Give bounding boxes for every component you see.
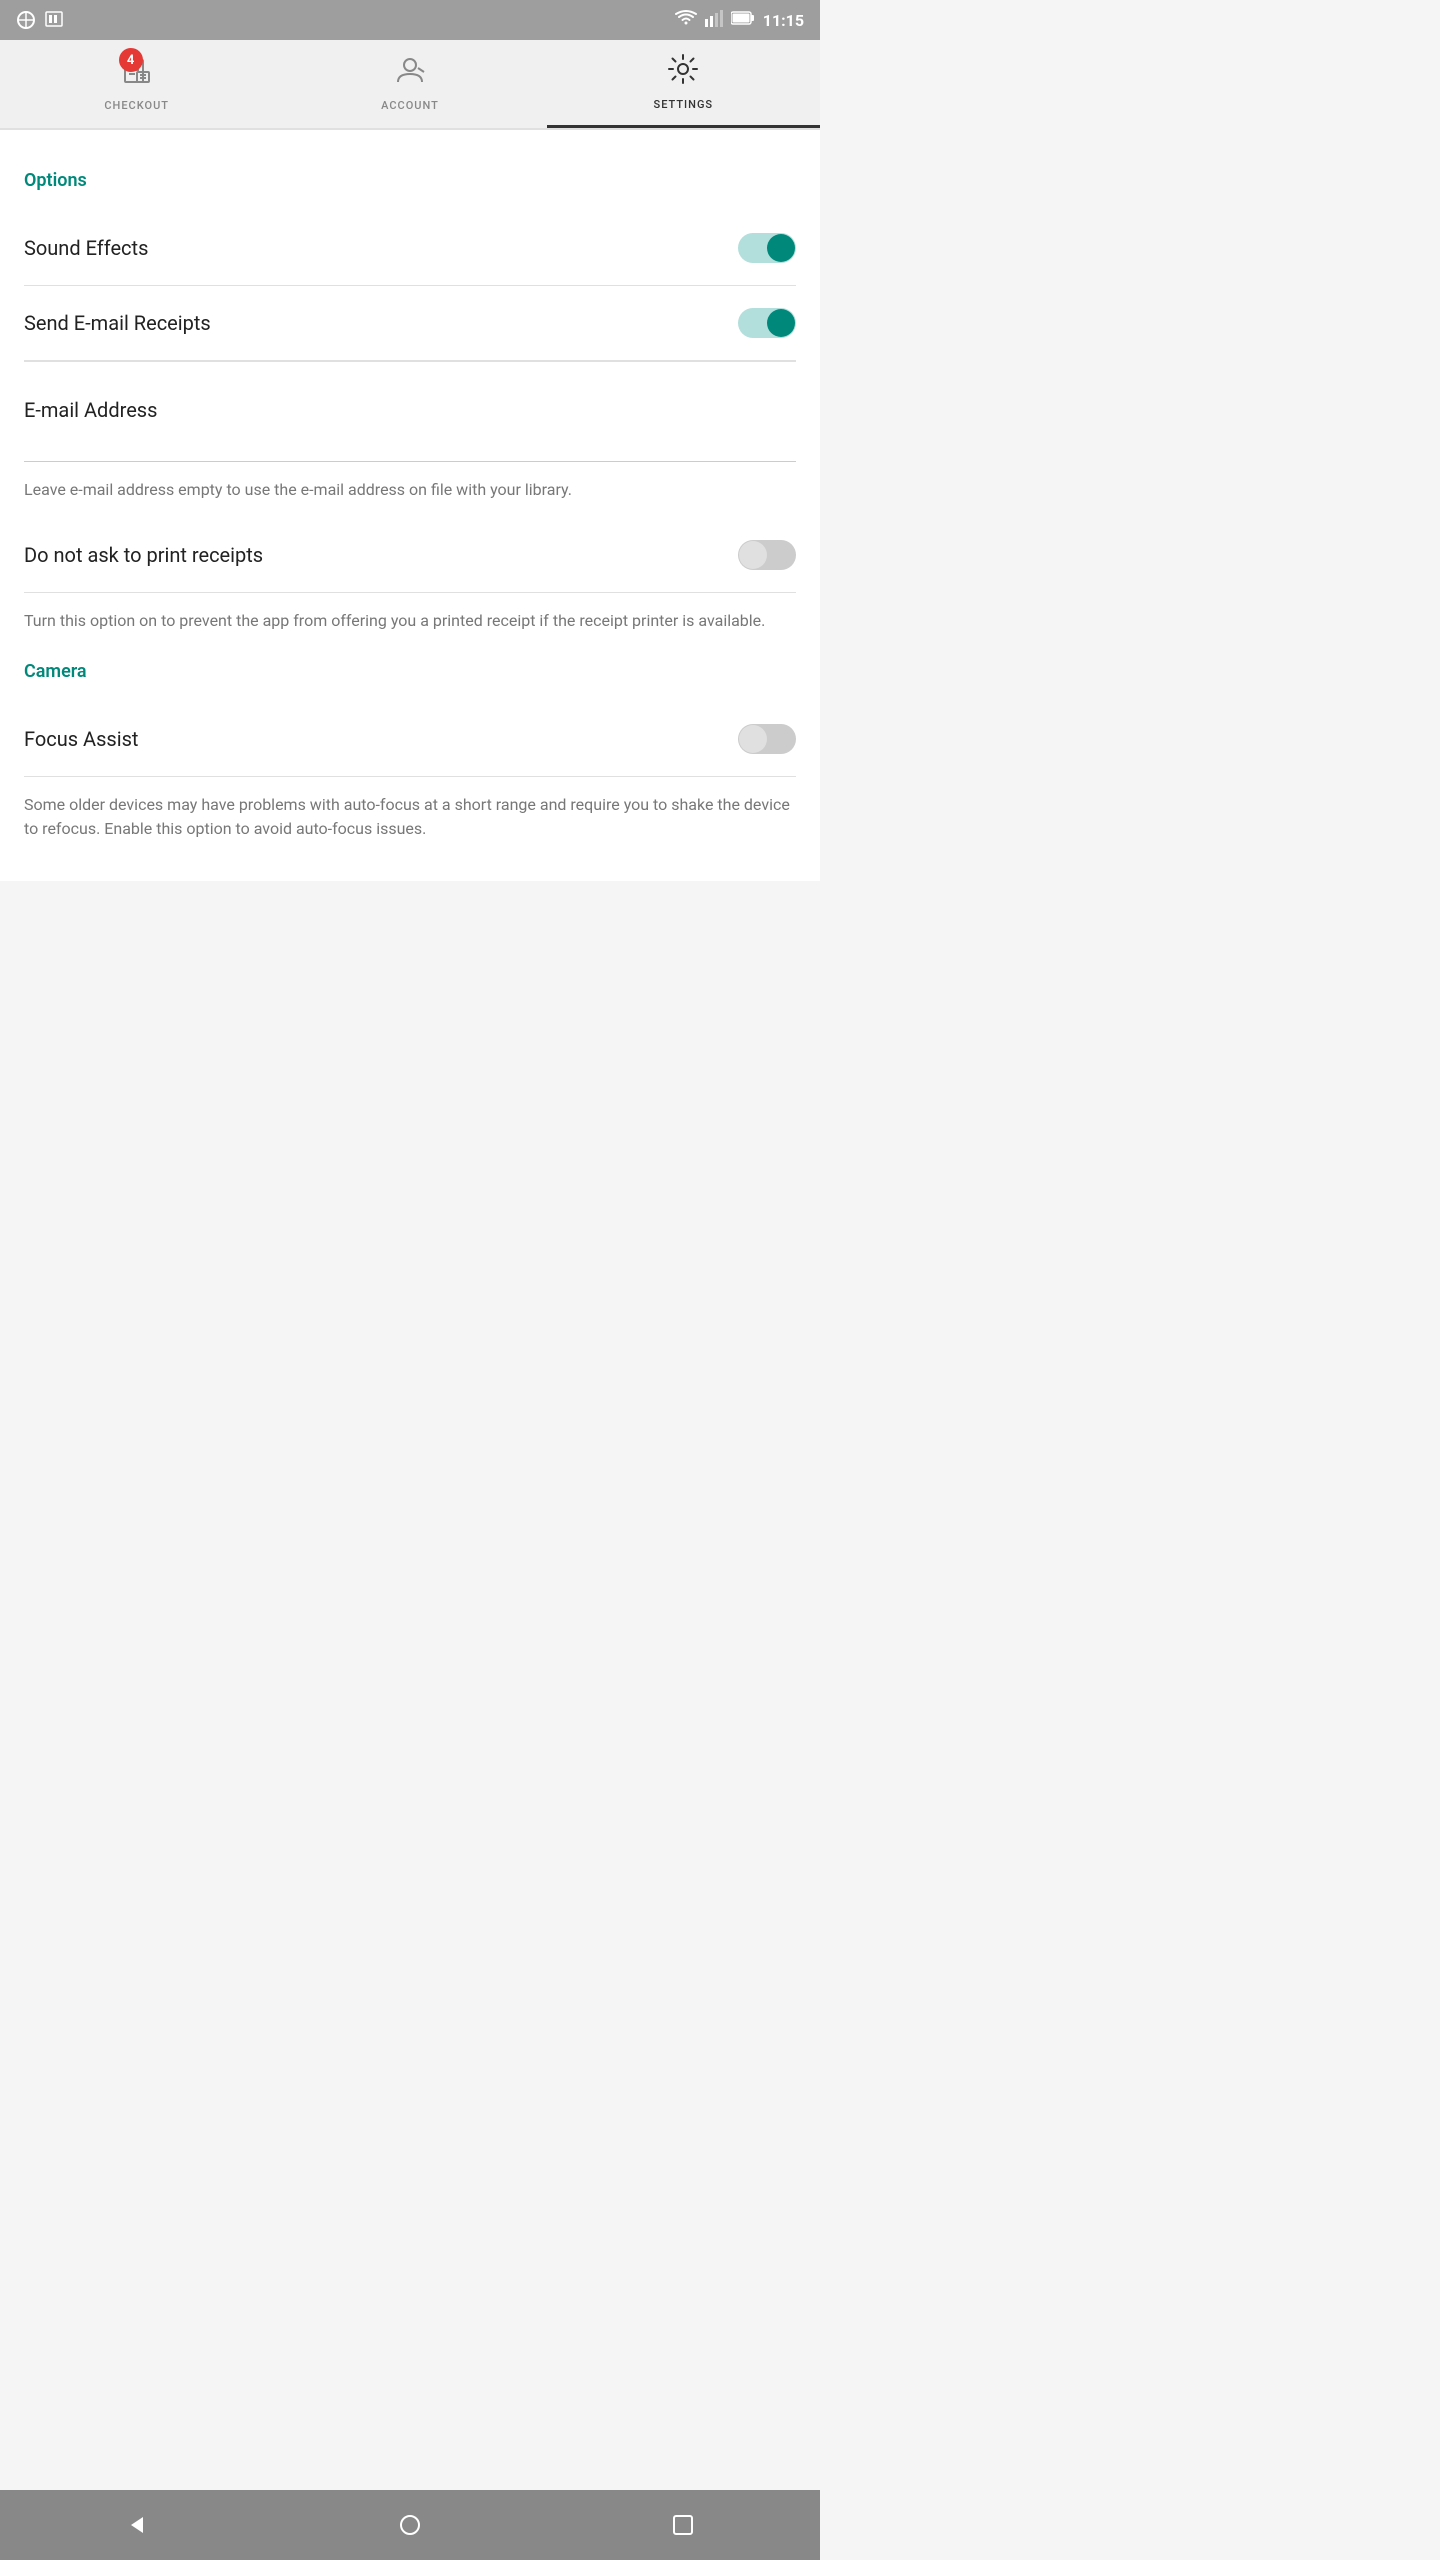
tab-account[interactable]: ACCOUNT (273, 40, 546, 128)
print-receipts-toggle[interactable] (738, 540, 796, 570)
settings-content: Options Sound Effects Send E-mail Receip… (0, 130, 820, 881)
email-address-section: E-mail Address Leave e-mail address empt… (24, 361, 796, 518)
status-icon-1 (16, 10, 36, 30)
focus-assist-description: Some older devices may have problems wit… (24, 777, 796, 849)
tab-bar: 4 CHECKOUT ACCOUNT (0, 40, 820, 130)
tab-account-label: ACCOUNT (381, 99, 439, 112)
status-icon-2 (44, 10, 64, 30)
focus-assist-toggle[interactable] (738, 724, 796, 754)
email-input[interactable] (24, 432, 796, 462)
send-email-receipts-toggle[interactable] (738, 308, 796, 338)
tab-checkout-label: CHECKOUT (104, 99, 169, 112)
status-bar: 11:15 (0, 0, 820, 40)
checkout-badge: 4 (119, 48, 143, 72)
sound-effects-toggle[interactable] (738, 233, 796, 263)
print-receipts-knob (739, 541, 767, 569)
print-receipts-description: Turn this option on to prevent the app f… (24, 593, 796, 641)
bottom-nav (0, 2490, 820, 2560)
tab-settings-label: SETTINGS (654, 98, 714, 111)
wifi-icon (675, 9, 697, 31)
send-email-receipts-row: Send E-mail Receipts (24, 286, 796, 361)
send-email-receipts-knob (767, 309, 795, 337)
focus-assist-section: Focus Assist Some older devices may have… (24, 702, 796, 849)
tab-checkout[interactable]: 4 CHECKOUT (0, 40, 273, 128)
tab-settings[interactable]: SETTINGS (547, 40, 820, 128)
status-left-icons (16, 10, 64, 30)
focus-assist-knob (739, 725, 767, 753)
focus-assist-row: Focus Assist (24, 702, 796, 777)
account-icon (392, 52, 428, 93)
print-receipts-label: Do not ask to print receipts (24, 543, 263, 567)
settings-icon (665, 51, 701, 92)
sound-effects-label: Sound Effects (24, 236, 148, 260)
email-address-label: E-mail Address (24, 382, 796, 422)
sound-effects-knob (767, 234, 795, 262)
battery-icon (731, 10, 755, 30)
send-email-receipts-label: Send E-mail Receipts (24, 311, 211, 335)
home-button[interactable] (390, 2505, 430, 2545)
options-section: Options Sound Effects Send E-mail Receip… (24, 170, 796, 641)
options-header: Options (24, 170, 796, 191)
camera-header: Camera (24, 661, 796, 682)
print-receipts-row: Do not ask to print receipts (24, 518, 796, 593)
status-right-icons: 11:15 (675, 9, 804, 31)
time-display: 11:15 (763, 11, 804, 30)
sound-effects-row: Sound Effects (24, 211, 796, 286)
square-button[interactable] (663, 2505, 703, 2545)
camera-section: Camera Focus Assist Some older devices m… (24, 661, 796, 849)
signal-icon (705, 9, 723, 31)
print-receipts-section: Do not ask to print receipts Turn this o… (24, 518, 796, 641)
email-description: Leave e-mail address empty to use the e-… (24, 462, 796, 510)
back-button[interactable] (117, 2505, 157, 2545)
focus-assist-label: Focus Assist (24, 727, 138, 751)
